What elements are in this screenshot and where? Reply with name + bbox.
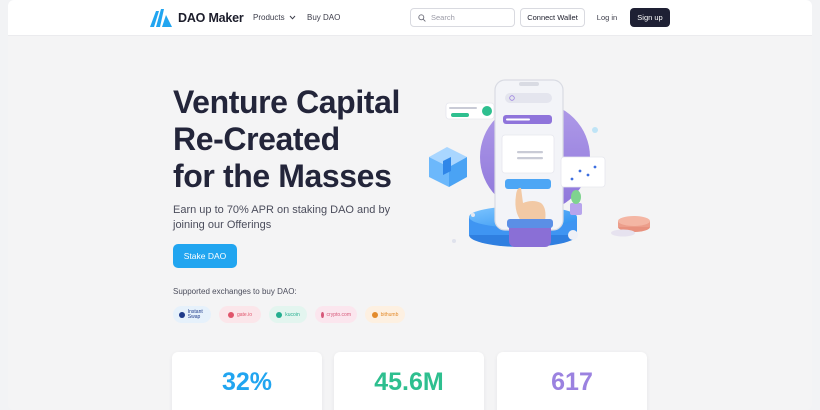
phone-submit-button: [505, 179, 551, 189]
exchange-gate-io[interactable]: gate.io: [219, 306, 261, 323]
log-in-button[interactable]: Log in: [592, 8, 622, 27]
exchange-crypto-com[interactable]: crypto.com: [315, 306, 357, 323]
exchange-name: Instant Swap: [187, 308, 203, 320]
nav-buy-dao-link[interactable]: Buy DAO: [307, 13, 340, 22]
gate-io-logo-icon: [227, 311, 234, 318]
nav-buy-dao-label: Buy DAO: [307, 13, 341, 22]
exchange-kucoin[interactable]: kucoin: [269, 306, 307, 323]
hero-illustration: [429, 79, 650, 247]
page-frame: DAO Maker Products Buy DAO Connect Walle…: [8, 0, 812, 410]
plant-pot: [570, 203, 582, 215]
stake-dao-button[interactable]: Stake DAO: [173, 244, 237, 268]
stat-value: 32%: [221, 368, 273, 396]
nav-products-menu[interactable]: Products: [253, 13, 296, 22]
instant-swap-logo-icon: [179, 311, 185, 318]
top-navbar: DAO Maker Products Buy DAO Connect Walle…: [8, 0, 812, 36]
blue-cube-icon: [429, 147, 467, 187]
stat-card-raised: 45.6M: [334, 352, 484, 410]
search-input[interactable]: [431, 13, 511, 22]
exchange-name: gate.io: [236, 311, 252, 318]
search-icon: [418, 13, 426, 22]
kucoin-logo-icon: [276, 311, 283, 318]
brand-logo[interactable]: DAO Maker: [150, 9, 244, 27]
brand-name: DAO Maker: [178, 11, 244, 25]
phone-search-bar: [505, 93, 552, 103]
exchanges-label: Supported exchanges to buy DAO:: [173, 287, 297, 296]
exchange-name: crypto.com: [326, 311, 351, 318]
crypto-com-logo-icon: [321, 311, 324, 318]
stat-card-apr: 32%: [172, 352, 322, 410]
exchange-bithumb[interactable]: bithumb: [365, 306, 405, 323]
hero-subtitle: Earn up to 70% APR on staking DAO and by…: [173, 204, 391, 231]
connect-wallet-button[interactable]: Connect Wallet: [520, 8, 585, 27]
search-box[interactable]: [410, 8, 515, 27]
stat-value: 45.6M: [374, 368, 444, 396]
stat-card-count: 617: [497, 352, 647, 410]
hero-title-line-3: for the Masses: [173, 158, 392, 194]
exchange-name: kucoin: [285, 311, 300, 318]
chevron-down-icon: [289, 15, 295, 20]
stat-value: 617: [551, 368, 593, 396]
hero-title-line-2: Re-Created: [173, 121, 340, 157]
sign-up-button[interactable]: Sign up: [630, 8, 670, 27]
exchanges-list: Instant Swap gate.io kucoin crypto.com b…: [173, 306, 405, 323]
nav-products-label: Products: [253, 13, 285, 22]
exchange-name: bithumb: [380, 311, 399, 318]
exchange-instant-swap[interactable]: Instant Swap: [173, 306, 211, 323]
dao-maker-logo-icon: [150, 9, 172, 27]
hero-title: Venture Capital Re-Created for the Masse…: [173, 84, 433, 195]
bithumb-logo-icon: [371, 311, 378, 318]
hero-title-line-1: Venture Capital: [173, 84, 400, 120]
floating-chart-card: [560, 156, 606, 188]
phone-form-card: [501, 134, 555, 174]
